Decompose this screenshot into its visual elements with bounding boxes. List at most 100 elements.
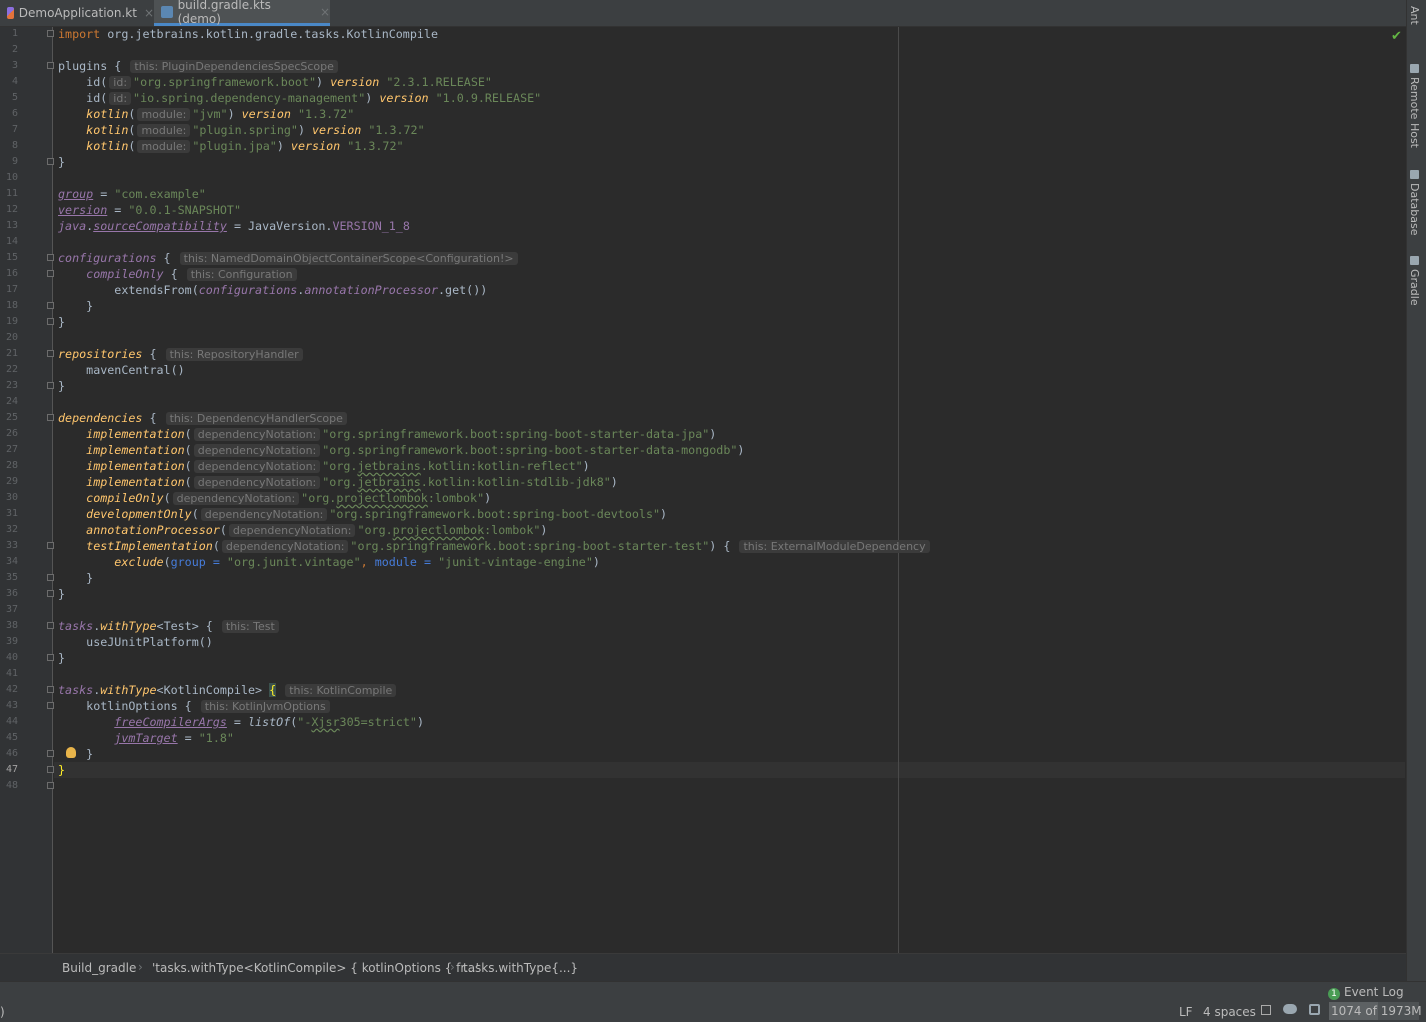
line-number: 25	[5, 412, 18, 423]
fold-icon[interactable]	[47, 350, 54, 357]
line-number: 1	[11, 28, 18, 39]
fold-icon[interactable]	[47, 766, 54, 773]
code-line-1: import org.jetbrains.kotlin.gradle.tasks…	[58, 27, 438, 41]
line-number: 3	[11, 60, 18, 71]
code-line-46: }	[86, 747, 94, 761]
code-line-23: }	[58, 379, 66, 393]
line-number: 47	[5, 764, 18, 775]
tool-window-remote-host[interactable]: Remote Host	[1408, 64, 1421, 148]
line-number: 18	[5, 300, 18, 311]
fold-icon[interactable]	[47, 62, 54, 69]
line-number: 41	[5, 668, 18, 679]
line-number: 13	[5, 220, 18, 231]
breadcrumb-item[interactable]: Build_gradle	[62, 961, 136, 975]
code-line-42: tasks.withType<KotlinCompile> { this: Ko…	[58, 682, 398, 698]
tool-window-ant[interactable]: Ant	[1408, 6, 1421, 25]
line-number: 26	[5, 428, 18, 439]
fold-icon[interactable]	[47, 542, 54, 549]
code-line-33: testImplementation(dependencyNotation: "o…	[58, 538, 932, 554]
fold-icon[interactable]	[47, 158, 54, 165]
status-left-text: )	[0, 1005, 5, 1019]
editor-tabs: DemoApplication.kt × build.gradle.kts (d…	[0, 0, 1406, 27]
line-number: 9	[11, 156, 18, 167]
close-icon[interactable]: ×	[320, 5, 330, 19]
line-separator-widget[interactable]: LF	[1179, 1005, 1193, 1019]
line-number: 44	[5, 716, 18, 727]
line-number: 19	[5, 316, 18, 327]
fold-icon[interactable]	[47, 590, 54, 597]
line-number: 7	[11, 124, 18, 135]
line-number: 39	[5, 636, 18, 647]
tool-window-database[interactable]: Database	[1408, 170, 1421, 236]
line-number: 35	[5, 572, 18, 583]
line-number: 14	[5, 236, 18, 247]
lock-icon[interactable]	[1261, 1005, 1271, 1015]
code-line-39: useJUnitPlatform()	[86, 635, 213, 649]
fold-icon[interactable]	[47, 574, 54, 581]
line-number: 36	[5, 588, 18, 599]
checkmark-icon: ✔	[1391, 29, 1402, 44]
fold-icon[interactable]	[47, 382, 54, 389]
fold-icon[interactable]	[47, 318, 54, 325]
kotlin-file-icon	[7, 7, 14, 19]
line-number: 10	[5, 172, 18, 183]
tab-demo-application[interactable]: DemoApplication.kt ×	[0, 0, 154, 26]
line-number: 38	[5, 620, 18, 631]
breadcrumb-item[interactable]: 'tasks.withType<KotlinCompile> { kotlinO…	[152, 961, 479, 975]
line-number: 12	[5, 204, 18, 215]
code-line-27: implementation(dependencyNotation: "org.s…	[86, 443, 745, 457]
code-line-31: developmentOnly(dependencyNotation: "org.…	[86, 507, 668, 521]
code-line-8: kotlin(module: "plugin.jpa") version "1.3…	[86, 139, 404, 153]
code-line-22: mavenCentral()	[86, 363, 185, 377]
code-line-11: group = "com.example"	[58, 187, 206, 201]
line-number: 32	[5, 524, 18, 535]
fold-icon[interactable]	[47, 30, 54, 37]
code-line-26: implementation(dependencyNotation: "org.s…	[86, 427, 717, 441]
line-number: 28	[5, 460, 18, 471]
gradle-icon	[1409, 256, 1419, 265]
memory-indicator[interactable]: 1074 of 1973M	[1329, 1002, 1422, 1020]
line-number: 48	[5, 780, 18, 791]
line-number: 20	[5, 332, 18, 343]
fold-icon[interactable]	[47, 414, 54, 421]
gradle-kts-file-icon	[161, 5, 173, 18]
line-number: 45	[5, 732, 18, 743]
code-line-21: repositories { this: RepositoryHandler	[58, 346, 305, 362]
indent-widget[interactable]: 4 spaces	[1203, 1005, 1256, 1019]
code-line-12: version = "0.0.1-SNAPSHOT"	[58, 203, 241, 217]
fold-icon[interactable]	[47, 654, 54, 661]
fold-icon[interactable]	[47, 622, 54, 629]
right-margin-guide	[898, 27, 899, 953]
line-number: 5	[11, 92, 18, 103]
line-number: 11	[5, 188, 18, 199]
line-number: 46	[5, 748, 18, 759]
tab-build-gradle-kts[interactable]: build.gradle.kts (demo) ×	[154, 0, 330, 26]
git-icon[interactable]	[1283, 1004, 1297, 1014]
fold-icon[interactable]	[47, 270, 54, 277]
breadcrumb-separator: ›	[138, 960, 143, 974]
line-number: 27	[5, 444, 18, 455]
breadcrumb-item[interactable]: tasks.withType{...}	[463, 961, 578, 975]
line-number: 31	[5, 508, 18, 519]
memory-indicator-icon[interactable]	[1309, 1004, 1320, 1015]
event-log-button[interactable]: 1 Event Log	[1328, 985, 1404, 1000]
line-number: 37	[5, 604, 18, 615]
tool-window-gradle[interactable]: Gradle	[1408, 256, 1421, 306]
current-line-highlight	[54, 762, 1405, 778]
fold-icon[interactable]	[47, 686, 54, 693]
fold-icon[interactable]	[47, 782, 54, 789]
code-line-40: }	[58, 651, 66, 665]
fold-icon[interactable]	[47, 702, 54, 709]
code-line-5: id(id: "io.spring.dependency-management")…	[86, 91, 542, 105]
line-number: 42	[5, 684, 18, 695]
fold-icon[interactable]	[47, 254, 54, 261]
code-line-36: }	[58, 587, 66, 601]
fold-icon[interactable]	[47, 302, 54, 309]
fold-icon[interactable]	[47, 750, 54, 757]
line-number: 30	[5, 492, 18, 503]
close-icon[interactable]: ×	[144, 6, 154, 20]
code-line-35: }	[86, 571, 94, 585]
inlay-hint: this: PluginDependenciesSpecScope	[130, 60, 338, 73]
database-icon	[1409, 170, 1419, 179]
line-number: 24	[5, 396, 18, 407]
